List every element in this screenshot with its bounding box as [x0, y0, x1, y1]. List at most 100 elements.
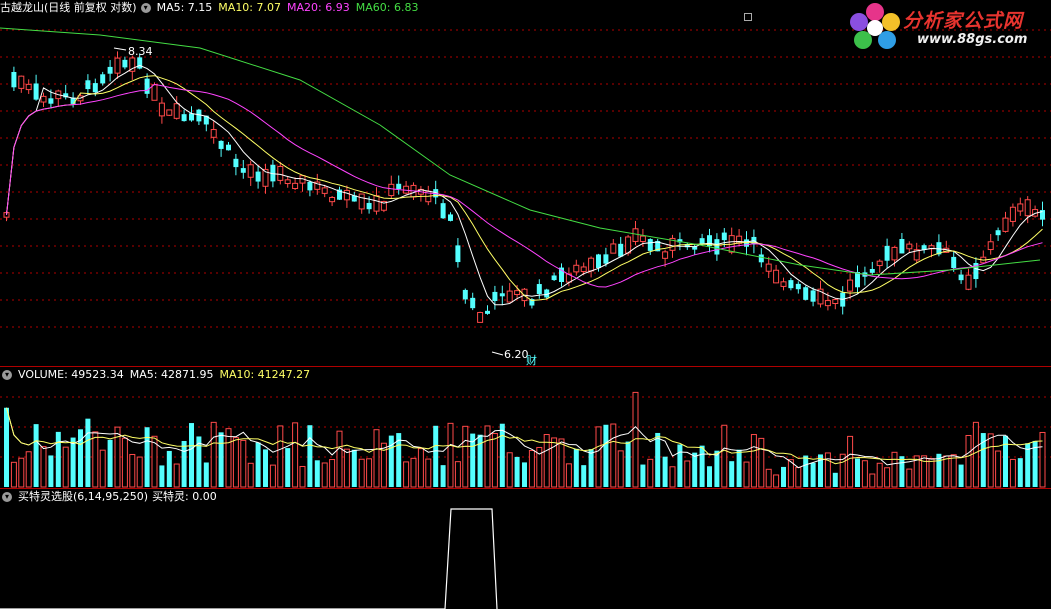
candle: [358, 193, 365, 214]
volume-bar: [173, 463, 180, 488]
vol-ma5-line: [6, 407, 1043, 469]
candle: [559, 263, 564, 287]
brand-text: 分析家公式网: [903, 10, 1024, 32]
candle: [343, 185, 350, 208]
volume-bar: [506, 452, 513, 488]
candle: [107, 60, 113, 82]
candle: [210, 121, 217, 144]
candle: [588, 256, 595, 278]
candle: [417, 185, 424, 202]
ma60-label: MA60: 6.83: [355, 1, 419, 14]
volume-bar: [750, 434, 757, 488]
candle: [1009, 203, 1016, 227]
candle: [33, 74, 39, 101]
volume-bar: [595, 426, 602, 488]
volume-bar: [18, 457, 25, 488]
volume-bar: [225, 428, 232, 488]
price-panel[interactable]: 古越龙山(日线 前复权 对数) ▾ MA5: 7.15 MA10: 7.07 M…: [0, 0, 1051, 367]
volume-bar: [869, 473, 876, 488]
volume-bar: [358, 458, 365, 488]
volume-bar: [373, 429, 380, 488]
volume-bar: [417, 448, 424, 488]
volume-bar: [662, 456, 668, 487]
candle: [714, 233, 720, 261]
volume-bar: [847, 435, 854, 488]
indicator-chart[interactable]: [0, 489, 1051, 609]
candle: [70, 92, 76, 108]
volume-bar: [603, 424, 609, 487]
volume-bar: [610, 423, 617, 488]
volume-bar: [684, 460, 691, 488]
candle: [1032, 205, 1039, 218]
volume-bar: [522, 462, 527, 487]
volume-bar: [617, 450, 624, 488]
volume-bar: [92, 431, 99, 488]
candle: [337, 186, 342, 200]
candle: [551, 272, 557, 281]
candle: [1002, 211, 1009, 233]
volume-bar: [950, 454, 957, 488]
candle: [965, 268, 972, 291]
volume-bar: [25, 451, 32, 488]
candle: [499, 285, 505, 306]
volume-bar: [62, 446, 69, 488]
window-control-icon[interactable]: [744, 13, 752, 21]
candle: [817, 280, 824, 308]
volume-bar: [581, 465, 587, 487]
volume-bar: [499, 423, 505, 487]
volume-bar: [906, 468, 913, 488]
volume-bar: [277, 425, 284, 488]
volume-chart[interactable]: [0, 367, 1051, 488]
volume-bar: [721, 424, 728, 488]
brand-url: www.88gs.com: [917, 32, 1028, 47]
candle: [618, 236, 624, 258]
candle: [114, 51, 121, 79]
candle: [448, 212, 453, 222]
volume-bar: [314, 460, 320, 487]
candle: [573, 259, 580, 276]
candle: [226, 141, 231, 151]
volume-bar: [795, 467, 802, 488]
candle: [773, 264, 780, 284]
indicator-panel[interactable]: ▾ 买特灵选股(6,14,95,250) 买特灵: 0.00: [0, 489, 1051, 609]
candle: [707, 228, 712, 253]
low-marker-arrow: [491, 351, 504, 356]
candle: [329, 196, 336, 207]
vol-ma5-label: MA5: 42871.95: [129, 368, 214, 381]
volume-bar: [454, 461, 461, 488]
flower-logo-icon: [850, 3, 900, 49]
volume-bar: [366, 458, 373, 488]
volume-panel[interactable]: ▾ VOLUME: 49523.34 MA5: 42871.95 MA10: 4…: [0, 367, 1051, 488]
volume-bar: [861, 460, 868, 488]
volume-bar: [743, 461, 750, 488]
candle: [765, 256, 772, 278]
volume-bar: [647, 458, 654, 488]
candle: [166, 109, 173, 117]
volume-bar: [832, 472, 838, 487]
volume-bar: [329, 459, 336, 488]
volume-bar: [765, 468, 772, 488]
chevron-down-icon[interactable]: ▾: [140, 3, 151, 13]
volume-bar: [899, 456, 905, 487]
candle: [455, 238, 461, 268]
candle: [440, 199, 446, 220]
candlestick-chart[interactable]: [0, 0, 1051, 366]
chevron-down-icon[interactable]: ▾: [2, 370, 12, 380]
volume-bar: [758, 437, 765, 488]
volume-bar: [48, 455, 54, 487]
volume-bar: [189, 423, 194, 487]
indicator-signal-line: [0, 508, 498, 609]
volume-bar: [943, 455, 950, 488]
volume-bar: [40, 446, 47, 488]
volume-bar: [573, 448, 579, 487]
volume-bar: [33, 424, 39, 487]
chevron-down-icon[interactable]: ▾: [2, 492, 12, 502]
volume-bar: [388, 435, 394, 487]
volume-bar: [965, 434, 972, 488]
volume-bar: [958, 464, 964, 487]
high-price-marker: 8.34: [128, 45, 153, 58]
volume-header: ▾ VOLUME: 49523.34 MA5: 42871.95 MA10: 4…: [0, 367, 316, 383]
candle: [847, 273, 854, 300]
candle: [862, 266, 868, 286]
candle: [795, 281, 801, 294]
